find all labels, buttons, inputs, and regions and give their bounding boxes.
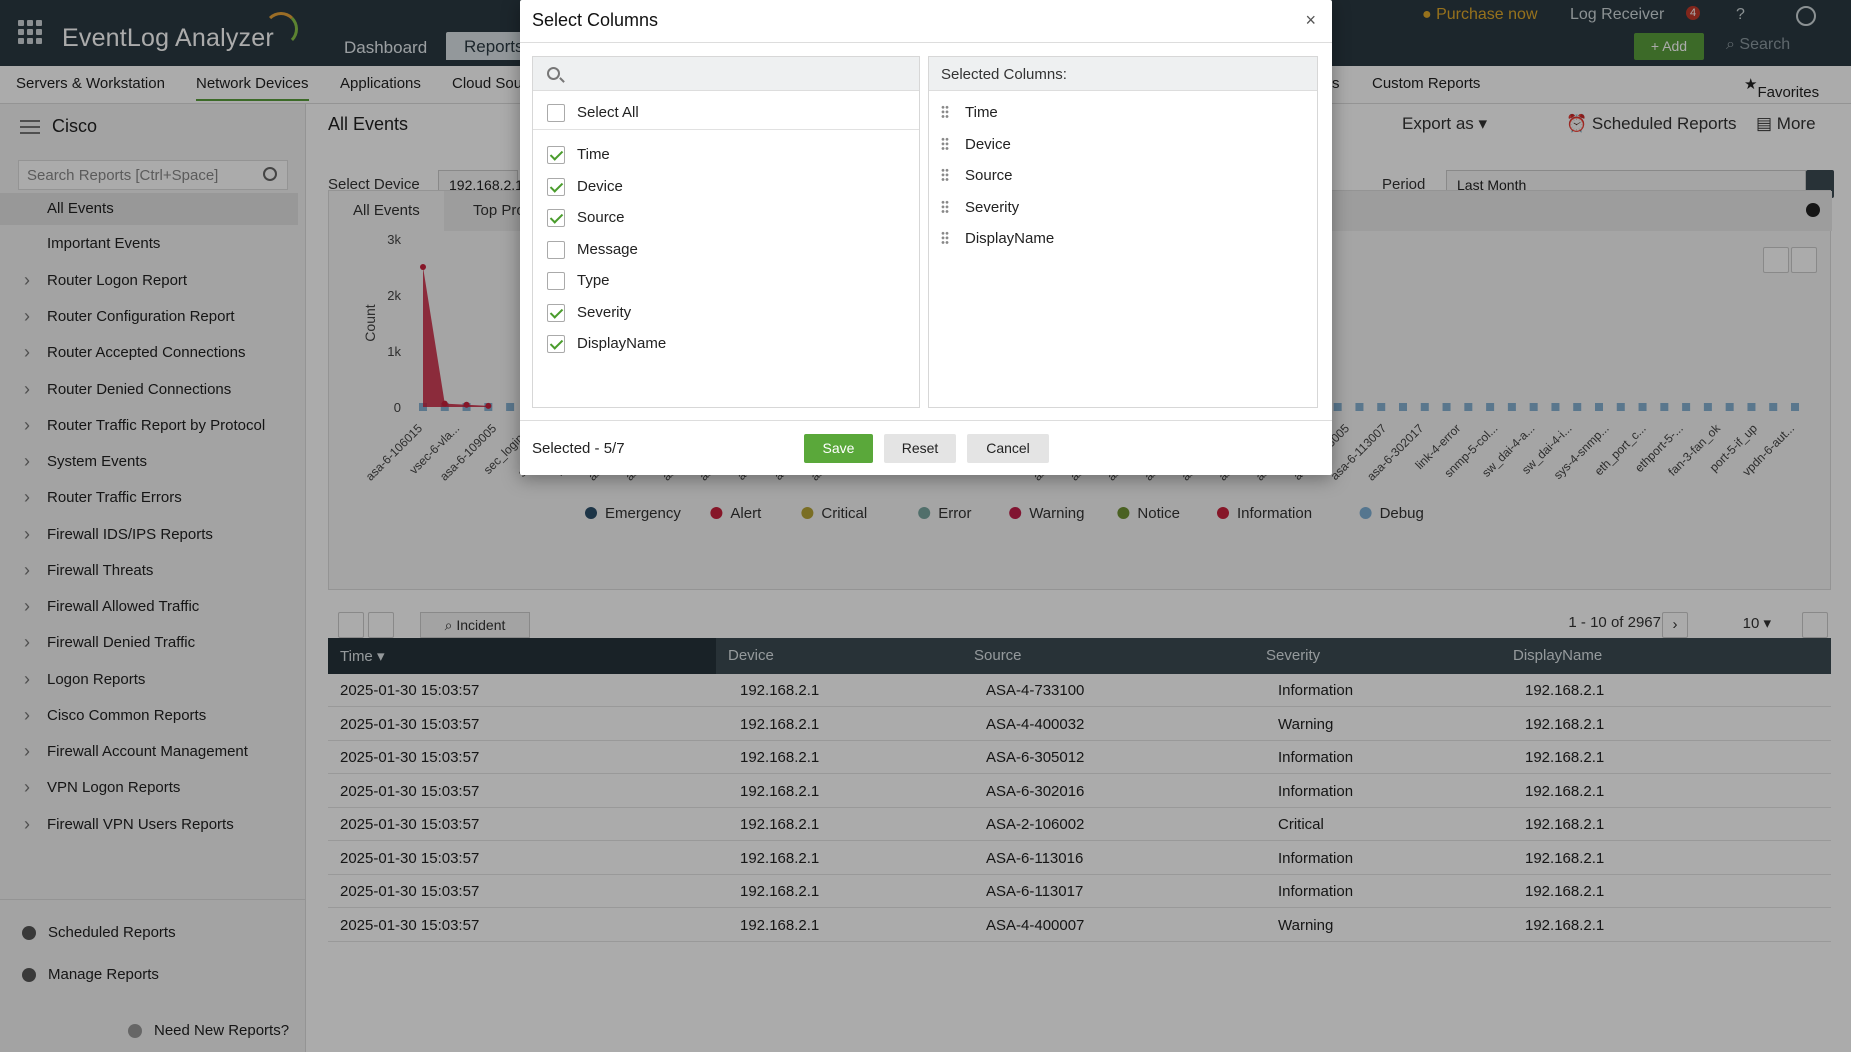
checkbox-box[interactable]	[547, 303, 565, 322]
column-option-displayname[interactable]: DisplayName	[547, 334, 666, 354]
column-option-source[interactable]: Source	[547, 208, 625, 228]
drag-handle-icon[interactable]	[941, 199, 949, 214]
selected-count: Selected - 5/7	[532, 440, 625, 457]
selected-column-label: Source	[965, 167, 1013, 184]
checkbox-box[interactable]	[547, 240, 565, 259]
column-option-severity[interactable]: Severity	[547, 303, 631, 323]
drag-handle-icon[interactable]	[941, 105, 949, 119]
select-all-divider	[533, 129, 919, 130]
close-icon[interactable]: ×	[1305, 10, 1316, 31]
column-option-message[interactable]: Message	[547, 240, 638, 260]
checkbox-box[interactable]	[547, 177, 565, 196]
checkbox-box[interactable]	[547, 146, 565, 164]
cancel-button[interactable]: Cancel	[967, 434, 1049, 463]
dialog-divider	[520, 42, 1332, 43]
selected-column-time[interactable]: Time	[941, 103, 998, 123]
selected-column-label: Device	[965, 135, 1011, 153]
selected-column-label: Severity	[965, 198, 1020, 216]
column-option-type[interactable]: Type	[547, 271, 610, 291]
checkbox-box[interactable]	[547, 104, 565, 122]
column-option-label: Device	[577, 177, 623, 195]
dialog-footer-divider	[520, 420, 1332, 421]
column-option-time[interactable]: Time	[547, 145, 610, 165]
column-option-label: Severity	[577, 303, 632, 321]
drag-handle-icon[interactable]	[941, 168, 949, 182]
reset-button[interactable]: Reset	[884, 434, 956, 463]
checkbox-box[interactable]	[547, 209, 565, 227]
drag-handle-icon[interactable]	[941, 231, 949, 245]
column-option-device[interactable]: Device	[547, 177, 623, 197]
available-columns-panel: Select All Time Device Source Message Type Se…	[532, 56, 920, 408]
drag-handle-icon[interactable]	[941, 136, 949, 151]
selected-column-label: Time	[965, 104, 998, 121]
selected-column-displayname[interactable]: DisplayName	[941, 229, 1054, 249]
select-all-label: Select All	[577, 104, 639, 121]
search-icon	[547, 67, 560, 80]
selected-column-source[interactable]: Source	[941, 166, 1013, 186]
app-window: EventLog Analyzer Dashboard Reports ● Pu…	[0, 0, 1851, 1052]
column-search-input[interactable]	[533, 57, 919, 91]
column-option-label: DisplayName	[577, 335, 667, 352]
selected-column-label: DisplayName	[965, 230, 1055, 247]
selected-columns-header: Selected Columns:	[929, 57, 1317, 91]
save-button[interactable]: Save	[804, 434, 873, 463]
checkbox-box[interactable]	[547, 272, 565, 290]
selected-column-severity[interactable]: Severity	[941, 198, 1019, 218]
checkbox-box[interactable]	[547, 335, 565, 353]
column-option-label: Source	[577, 209, 625, 226]
select-columns-dialog: Select Columns × Select All Time Device So…	[520, 0, 1332, 475]
column-option-label: Message	[577, 240, 638, 258]
column-option-label: Time	[577, 146, 610, 163]
selected-column-device[interactable]: Device	[941, 135, 1011, 155]
select-all-checkbox[interactable]: Select All	[547, 103, 639, 123]
selected-columns-panel: Selected Columns: Time Device Source Severi…	[928, 56, 1318, 408]
dialog-title: Select Columns	[532, 10, 659, 30]
column-option-label: Type	[577, 272, 610, 289]
